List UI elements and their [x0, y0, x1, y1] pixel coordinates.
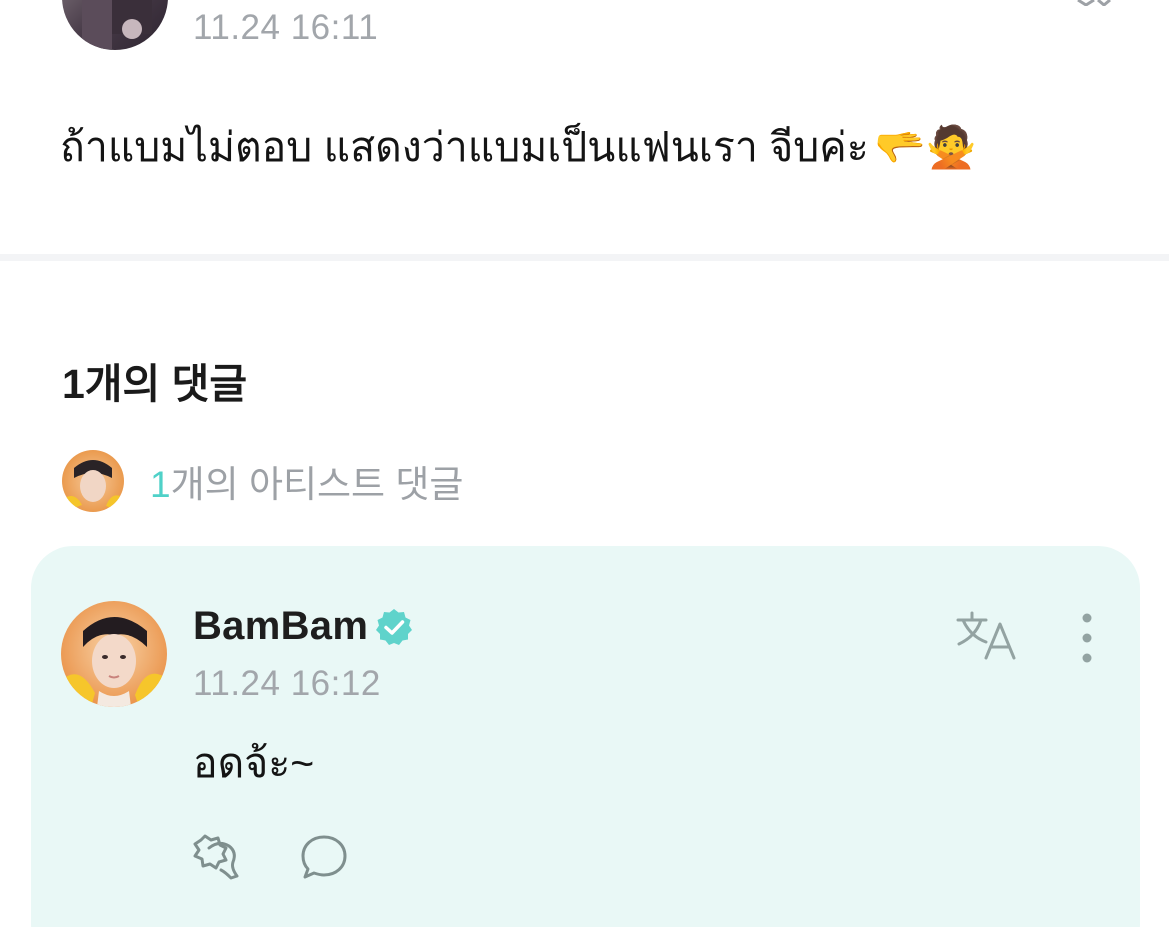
more-icon[interactable]: [1072, 0, 1112, 6]
post-timestamp: 11.24 16:11: [193, 8, 379, 47]
post-detail-page: 11.24 16:11 ถ้าแบมไม่ตอบ แสดงว่าแบมเป็นแ…: [0, 0, 1169, 927]
comment-author-row: BamBam: [193, 604, 414, 649]
section-divider: [0, 254, 1169, 261]
artist-comment-label: 개의 아티스트 댓글: [170, 464, 464, 505]
reply-bubble-icon[interactable]: [299, 832, 349, 882]
artist-comment-number: 1: [150, 464, 171, 505]
artist-avatar-small: [62, 450, 124, 512]
comment-count-heading: 1개의 댓글: [62, 361, 248, 407]
artist-comment-count: 1개의 아티스트 댓글: [150, 454, 463, 508]
comment-text: อดจ้ะ~: [193, 740, 315, 786]
post-text: ถ้าแบมไม่ตอบ แสดงว่าแบมเป็นแฟนเรา จีบค่ะ: [60, 124, 869, 170]
comment-author-avatar[interactable]: [61, 601, 167, 707]
artist-comment-filter[interactable]: 1개의 아티스트 댓글: [62, 450, 463, 512]
post-body: ถ้าแบมไม่ตอบ แสดงว่าแบมเป็นแฟนเรา จีบค่ะ…: [60, 115, 977, 180]
cheer-like-icon[interactable]: [191, 832, 247, 882]
comment-timestamp: 11.24 16:12: [193, 664, 381, 703]
post-emoji: 🫳🙅: [874, 123, 977, 170]
artist-comment-card: BamBam 11.24 16:12 อดจ้ะ~: [31, 546, 1140, 927]
more-vertical-icon[interactable]: [1074, 612, 1100, 664]
comment-author-name[interactable]: BamBam: [193, 604, 368, 649]
translate-icon[interactable]: [956, 610, 1020, 662]
verified-badge-icon: [376, 608, 413, 645]
post-author-avatar[interactable]: [62, 0, 168, 50]
